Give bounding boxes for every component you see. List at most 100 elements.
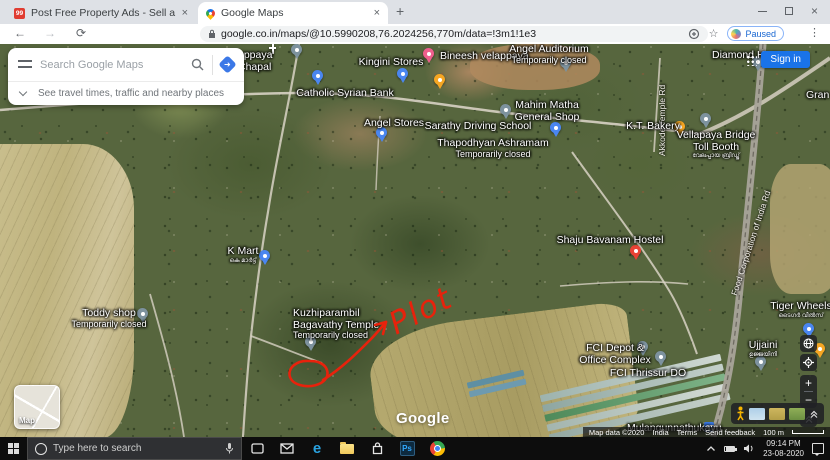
menu-hamburger-icon[interactable] bbox=[18, 60, 32, 70]
scale-bar bbox=[792, 430, 824, 434]
feedback-link[interactable]: Send feedback bbox=[705, 428, 755, 437]
search-input[interactable] bbox=[40, 59, 183, 71]
map-label-angel-auditorium[interactable]: Angel AuditoriumTemporarily closed bbox=[509, 44, 588, 65]
taskbar-search[interactable] bbox=[27, 437, 242, 460]
mic-icon[interactable] bbox=[225, 442, 234, 455]
fci-office-pin[interactable] bbox=[655, 351, 666, 362]
globe-layer-button[interactable] bbox=[800, 335, 817, 352]
battery-icon[interactable] bbox=[724, 446, 735, 452]
reload-icon[interactable]: ⟳ bbox=[76, 27, 86, 39]
map-label-fci-depot[interactable]: FCI Depot &Office Complex bbox=[579, 343, 651, 366]
clock-time: 09:14 PM bbox=[763, 439, 804, 449]
zoom-page-icon[interactable] bbox=[688, 28, 700, 40]
map-label-kt-bakery[interactable]: K.T. Bakery bbox=[626, 121, 680, 133]
folder-icon bbox=[340, 444, 354, 454]
window-close-button[interactable]: × bbox=[811, 5, 818, 17]
edge-icon: e bbox=[313, 441, 321, 456]
mail-button[interactable] bbox=[272, 437, 302, 460]
map-label-ujjaini[interactable]: Ujjainiഉജ്ജയിനി bbox=[749, 340, 778, 358]
profile-chip-label: Paused bbox=[745, 29, 776, 39]
map-label-angel-stores[interactable]: Angel Stores bbox=[364, 118, 424, 130]
country-link[interactable]: India bbox=[652, 428, 668, 437]
map-label-kuzhiparambil[interactable]: KuzhiparambilBagavathy TempleTemporarily… bbox=[293, 308, 379, 341]
map-label-toll-booth[interactable]: Vellapaya BridgeToll Boothവേലപ്പായ ബ്രിഡ… bbox=[677, 130, 756, 160]
maps-favicon-icon bbox=[204, 7, 217, 20]
store-pin[interactable] bbox=[550, 122, 561, 133]
map-label-mahim[interactable]: Mahim MathaGeneral Shop bbox=[515, 100, 580, 123]
imagery-thumb-3[interactable] bbox=[789, 408, 805, 420]
map-canvas[interactable]: appayaChapal Kingini Stores Bineesh vela… bbox=[0, 44, 830, 437]
sign-in-button[interactable]: Sign in bbox=[761, 51, 810, 68]
imagery-thumb-2[interactable] bbox=[769, 408, 785, 420]
window-maximize-button[interactable] bbox=[785, 7, 793, 15]
tab-property-ads[interactable]: 99 Post Free Property Ads - Sell a H × bbox=[6, 2, 196, 24]
tab2-close-icon[interactable]: × bbox=[374, 7, 380, 19]
action-center-icon[interactable] bbox=[812, 443, 824, 454]
start-button[interactable] bbox=[0, 437, 27, 460]
volume-icon[interactable] bbox=[743, 443, 755, 454]
map-label-kingini[interactable]: Kingini Stores bbox=[359, 57, 424, 69]
map-label-fci-thrissur[interactable]: FCI Thrissur DO bbox=[610, 368, 686, 380]
edge-button[interactable]: e bbox=[302, 437, 332, 460]
tab-google-maps[interactable]: Google Maps × bbox=[198, 2, 388, 24]
shaju-hostel-pin[interactable] bbox=[630, 245, 641, 256]
map-label-csb[interactable]: Catholic Syrian Bank bbox=[296, 88, 393, 100]
back-icon[interactable]: ← bbox=[14, 27, 26, 39]
url-text: google.co.in/maps/@10.5990208,76.2024256… bbox=[221, 28, 536, 40]
taskbar-search-input[interactable] bbox=[53, 443, 219, 454]
bineesh-pin[interactable] bbox=[423, 48, 434, 59]
pegman-icon[interactable] bbox=[736, 406, 745, 421]
forward-icon[interactable]: → bbox=[44, 27, 56, 39]
restaurant-pin[interactable] bbox=[434, 74, 445, 85]
browser-chrome: 99 Post Free Property Ads - Sell a H × G… bbox=[0, 0, 830, 44]
travel-times-row[interactable]: See travel times, traffic and nearby pla… bbox=[8, 81, 244, 105]
toll-booth-pin[interactable] bbox=[700, 113, 711, 124]
catholic-syrian-bank-pin[interactable] bbox=[312, 70, 323, 81]
avatar bbox=[731, 29, 741, 39]
tab1-title: Post Free Property Ads - Sell a H bbox=[31, 7, 176, 19]
windows-taskbar: e Ps 09:14 PM 23-08-2020 bbox=[0, 437, 830, 460]
locate-icon bbox=[803, 357, 814, 368]
map-label-tiger-wheels[interactable]: Tiger Wheelsടൈഗർ വീൽസ് bbox=[770, 301, 830, 319]
address-bar[interactable]: google.co.in/maps/@10.5990208,76.2024256… bbox=[200, 26, 708, 42]
chrome-button[interactable] bbox=[422, 437, 452, 460]
collapse-imagery-icon[interactable] bbox=[809, 409, 819, 419]
k-mart-pin[interactable] bbox=[259, 250, 270, 261]
map-label-shaju[interactable]: Shaju Bavanam Hostel bbox=[557, 235, 664, 247]
chapel-pin[interactable] bbox=[291, 44, 302, 55]
map-attribution: Map data ©2020 India Terms Send feedback… bbox=[583, 427, 830, 437]
google-apps-grid-icon[interactable] bbox=[746, 55, 757, 66]
clock-date: 23-08-2020 bbox=[763, 449, 804, 459]
zoom-in-button[interactable]: + bbox=[805, 375, 812, 391]
map-label-thapodhyan[interactable]: Thapodhyan AshramamTemporarily closed bbox=[437, 138, 548, 159]
search-icon[interactable] bbox=[191, 58, 204, 71]
imagery-bar bbox=[731, 403, 824, 424]
new-tab-button[interactable]: + bbox=[396, 3, 404, 19]
map-satellite-toggle[interactable]: Map bbox=[14, 385, 60, 429]
map-label-gran[interactable]: Gran bbox=[806, 90, 829, 102]
map-label-k-mart[interactable]: K Martകെ മാർട്ട് bbox=[228, 246, 259, 264]
task-view-button[interactable] bbox=[242, 437, 272, 460]
tiger-wheels-pin[interactable] bbox=[803, 323, 814, 334]
photoshop-button[interactable]: Ps bbox=[392, 437, 422, 460]
kingini-stores-pin[interactable] bbox=[397, 68, 408, 79]
imagery-thumb-1[interactable] bbox=[749, 408, 765, 420]
bookmark-star-icon[interactable]: ☆ bbox=[709, 27, 719, 40]
scale-label: 100 m bbox=[763, 428, 784, 437]
file-explorer-button[interactable] bbox=[332, 437, 362, 460]
tray-expand-icon[interactable] bbox=[706, 445, 716, 452]
browser-menu-icon[interactable]: ⋮ bbox=[809, 26, 820, 39]
browser-toolbar: ← → ⟳ google.co.in/maps/@10.5990208,76.2… bbox=[0, 24, 830, 44]
tab1-close-icon[interactable]: × bbox=[182, 7, 188, 19]
directions-icon[interactable]: ➜ bbox=[218, 55, 236, 73]
mahim-matha-pin[interactable] bbox=[500, 104, 511, 115]
map-label-toddy-shop[interactable]: Toddy shopTemporarily closed bbox=[71, 308, 146, 329]
mail-icon bbox=[280, 443, 294, 454]
globe-icon bbox=[803, 338, 814, 349]
my-location-button[interactable] bbox=[800, 354, 817, 371]
window-minimize-button[interactable] bbox=[758, 11, 767, 12]
profile-chip[interactable]: Paused bbox=[727, 26, 784, 41]
taskbar-clock[interactable]: 09:14 PM 23-08-2020 bbox=[763, 439, 804, 459]
store-button[interactable] bbox=[362, 437, 392, 460]
terms-link[interactable]: Terms bbox=[677, 428, 697, 437]
